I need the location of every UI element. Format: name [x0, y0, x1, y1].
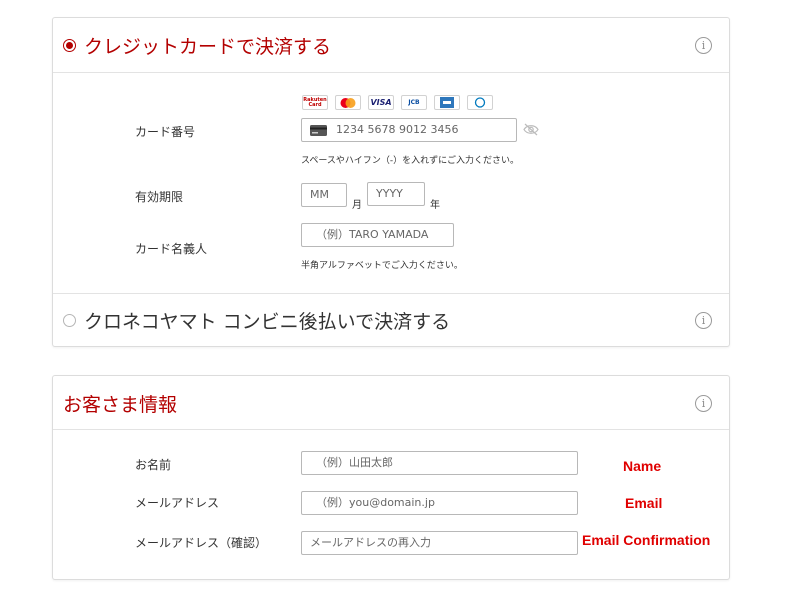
email-confirm-label: メールアドレス（確認） [135, 536, 268, 550]
expiry-month-input[interactable]: MM [301, 183, 347, 207]
info-icon[interactable]: i [695, 394, 712, 412]
email-label: メールアドレス [135, 496, 220, 510]
credit-card-radio[interactable] [63, 38, 76, 52]
name-placeholder: （例）山田太郎 [316, 456, 393, 469]
card-number-placeholder: 1234 5678 9012 3456 [336, 123, 459, 136]
card-number-input[interactable]: 1234 5678 9012 3456 [301, 118, 517, 142]
rakuten-card-icon: Rakuten Card [302, 95, 328, 110]
email-placeholder: （例）you@domain.jp [316, 496, 435, 509]
name-annotation: Name [623, 458, 662, 474]
card-holder-placeholder: （例）TARO YAMADA [316, 228, 429, 241]
credit-card-option-title: クレジットカードで決済する [84, 35, 332, 58]
divider [53, 429, 729, 430]
expiry-year-placeholder: YYYY [376, 187, 403, 200]
customer-info-title: お客さま情報 [63, 393, 178, 416]
diners-icon [467, 95, 493, 110]
credit-card-icon [310, 125, 327, 136]
mastercard-icon [335, 95, 361, 110]
year-unit: 年 [430, 200, 440, 211]
card-holder-hint: 半角アルファベットでご入力ください。 [301, 261, 463, 271]
info-icon[interactable]: i [695, 311, 712, 329]
amex-icon [434, 95, 460, 110]
email-confirm-placeholder: メールアドレスの再入力 [310, 536, 431, 549]
divider [53, 72, 729, 73]
jcb-icon: JCB [401, 95, 427, 110]
card-number-hint: スペースやハイフン（-）を入れずにご入力ください。 [301, 156, 519, 166]
email-annotation: Email [625, 495, 663, 511]
kuroneko-option-title: クロネコヤマト コンビニ後払いで決済する [84, 310, 451, 333]
card-holder-label: カード名義人 [135, 242, 208, 256]
customer-info-panel: お客さま情報 i お名前 （例）山田太郎 メールアドレス （例）you@doma… [52, 375, 730, 580]
customer-info-header: お客さま情報 i [53, 376, 729, 430]
eye-slash-icon[interactable] [523, 123, 539, 136]
name-input[interactable]: （例）山田太郎 [301, 451, 578, 475]
card-number-label: カード番号 [135, 125, 196, 139]
kuroneko-option-row[interactable]: クロネコヤマト コンビニ後払いで決済する i [53, 294, 729, 346]
email-input[interactable]: （例）you@domain.jp [301, 491, 578, 515]
month-unit: 月 [352, 200, 362, 211]
credit-card-option-row[interactable]: クレジットカードで決済する i [53, 18, 729, 72]
kuroneko-radio[interactable] [63, 313, 76, 327]
email-confirm-input[interactable]: メールアドレスの再入力 [301, 531, 578, 555]
name-label: お名前 [135, 458, 172, 472]
expiry-label: 有効期限 [135, 190, 184, 204]
visa-icon: VISA [368, 95, 394, 110]
email-confirmation-annotation: Email Confirmation [582, 532, 711, 548]
expiry-year-input[interactable]: YYYY [367, 182, 425, 206]
info-icon[interactable]: i [695, 36, 712, 54]
expiry-month-placeholder: MM [310, 188, 329, 201]
payment-method-panel: クレジットカードで決済する i Rakuten Card VISA JCB カー… [52, 17, 730, 347]
card-holder-input[interactable]: （例）TARO YAMADA [301, 223, 454, 247]
